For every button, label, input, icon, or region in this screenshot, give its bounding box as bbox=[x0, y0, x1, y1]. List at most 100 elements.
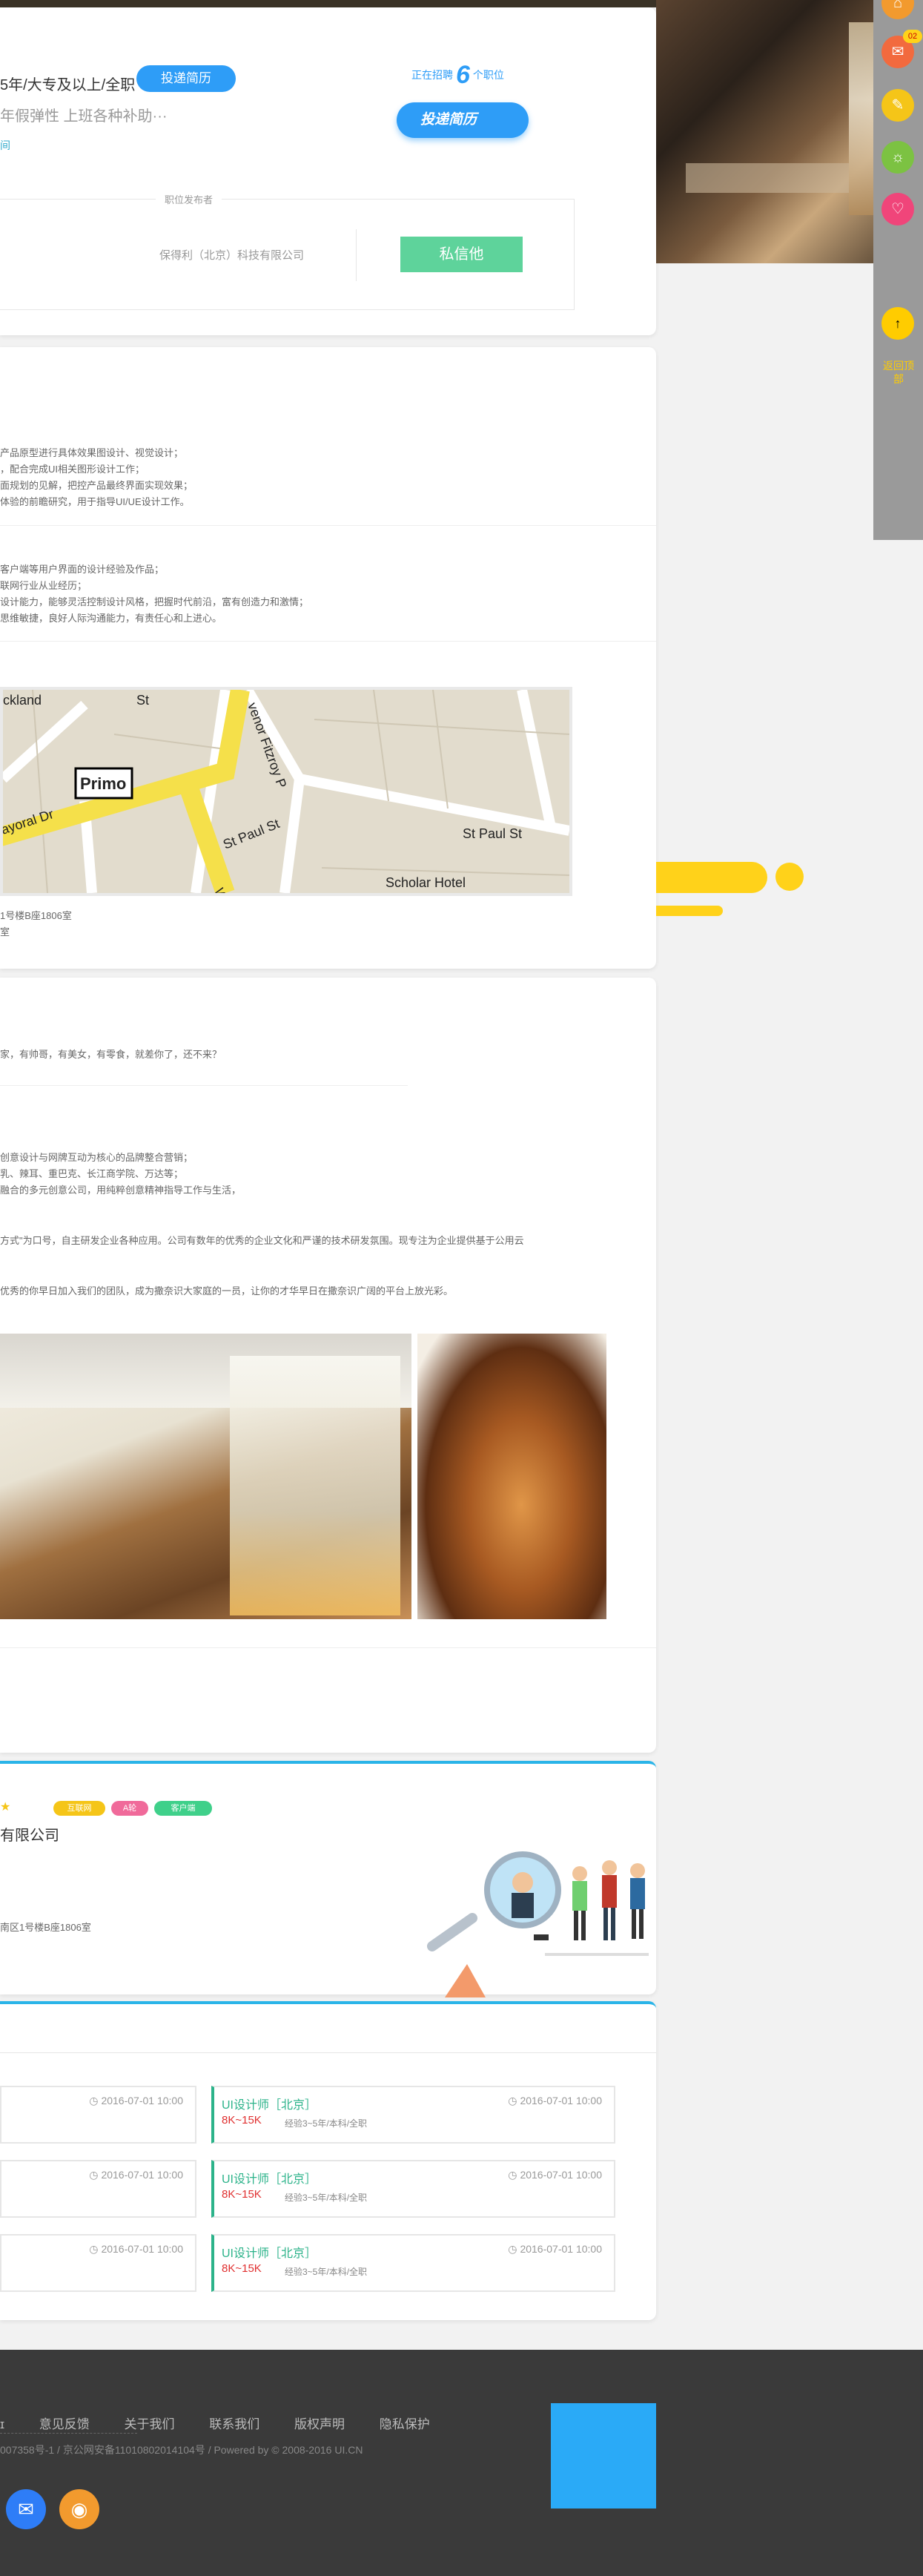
apply-pill-button[interactable]: 投递简历 bbox=[136, 65, 236, 92]
company-address: 南区1号楼B座1806室 bbox=[0, 1922, 91, 1933]
duties-list: 产品原型进行具体效果图设计、视觉设计； ，配合完成UI相关图形设计工作； 面规划… bbox=[0, 445, 193, 510]
location-map[interactable]: ckland St venor Fitzroy P Primo ayoral D… bbox=[0, 687, 572, 896]
job-list-item[interactable]: UI设计师［北京］ 8K~15K 经验3~5年/本科/全职 2016-07-01… bbox=[211, 2234, 615, 2292]
job-item-salary: 8K~15K bbox=[222, 2262, 262, 2275]
job-date: 2016-07-01 10:00 bbox=[89, 2243, 183, 2256]
footer-divider bbox=[0, 2433, 137, 2434]
heart-icon[interactable]: ♡ bbox=[881, 193, 914, 225]
decor-dot bbox=[775, 863, 804, 891]
tag-label: A轮 bbox=[122, 1804, 137, 1813]
duty-item: 体验的前瞻研究，用于指导UI/UE设计工作。 bbox=[0, 496, 190, 507]
hero-shelf bbox=[686, 163, 849, 193]
job-item-salary: 8K~15K bbox=[222, 2114, 262, 2127]
job-perks: 年假弹性 上班各种补助··· bbox=[0, 108, 168, 125]
divider bbox=[0, 1085, 408, 1086]
requirement-item: 联网行业从业经历； bbox=[0, 580, 87, 591]
divider bbox=[0, 2052, 656, 2053]
divider bbox=[0, 1647, 656, 1648]
intro-line: 创意设计与网牌互动为核心的品牌整合营销； bbox=[0, 1152, 193, 1163]
bulb-icon[interactable]: ☼ bbox=[881, 141, 914, 174]
divider bbox=[0, 525, 656, 526]
intro-paragraph: 创意设计与网牌互动为核心的品牌整合营销； 乳、辣耳、重巴克、长江商学院、万达等；… bbox=[0, 1150, 241, 1199]
job-item-title: UI设计师［北京］ bbox=[222, 2099, 317, 2112]
hiring-prefix: 正在招聘 bbox=[411, 69, 453, 81]
address-line: 室 bbox=[0, 926, 10, 938]
duty-item: ，配合完成UI相关图形设计工作； bbox=[0, 464, 145, 475]
footer-copyright: 007358号-1 / 京公网安备11010802014104号 / Power… bbox=[0, 2444, 363, 2456]
intro-paragraph: 方式"为口号，自主研发企业各种应用。公司有数年的优秀的企业文化和严谨的技术研发氛… bbox=[0, 1235, 524, 1246]
private-message-button[interactable]: 私信他 bbox=[400, 237, 523, 272]
map-label: Scholar Hotel bbox=[386, 875, 466, 890]
megaphone-icon[interactable]: ✎ bbox=[881, 89, 914, 122]
job-title: 5年/大专及以上/全职 bbox=[0, 77, 136, 93]
footer-link-contact[interactable]: 联系我们 bbox=[209, 2414, 259, 2432]
job-date: 2016-07-01 10:00 bbox=[89, 2095, 183, 2107]
footer-link-about[interactable]: 关于我们 bbox=[125, 2414, 175, 2432]
company-intro-card: 家，有帅哥，有美女，有零食，就差你了，还不来？ 创意设计与网牌互动为核心的品牌整… bbox=[0, 978, 656, 1753]
footer-link-leading[interactable]: ɪ bbox=[0, 2417, 4, 2432]
job-date: 2016-07-01 10:00 bbox=[89, 2169, 183, 2181]
job-list-item[interactable]: UI设计师［北京］ 8K~15K 经验3~5年/本科/全职 2016-07-01… bbox=[211, 2086, 615, 2144]
back-to-top-label[interactable]: 返回顶部 bbox=[881, 359, 916, 386]
hiring-count-line: 正在招聘 6 个职位 bbox=[411, 61, 504, 90]
footer-link-feedback[interactable]: 意见反馈 bbox=[39, 2414, 90, 2432]
footer-link-privacy[interactable]: 隐私保护 bbox=[380, 2414, 430, 2432]
decor-bar bbox=[656, 906, 723, 916]
job-date: 2016-07-01 10:00 bbox=[508, 2095, 602, 2107]
office-photo bbox=[0, 1334, 411, 1619]
intro-paragraph: 优秀的你早日加入我们的团队，成为撒奈识大家庭的一员，让你的才华早日在撒奈识广阔的… bbox=[0, 1285, 454, 1297]
job-item-title: UI设计师［北京］ bbox=[222, 2173, 317, 2186]
job-date: 2016-07-01 10:00 bbox=[508, 2169, 602, 2181]
publisher-company[interactable]: 保得利（北京）科技有限公司 bbox=[159, 247, 304, 263]
divider bbox=[0, 641, 656, 642]
company-info-card: ★ 互联网 A轮 客户端 有限公司 南区1号楼B座1806室 bbox=[0, 1761, 656, 1997]
mail-badge: 02 bbox=[903, 30, 922, 43]
job-list-item[interactable]: 2016-07-01 10:00 bbox=[0, 2160, 196, 2218]
job-list-item[interactable]: UI设计师［北京］ 8K~15K 经验3~5年/本科/全职 2016-07-01… bbox=[211, 2160, 615, 2218]
qq-icon[interactable]: ✉ bbox=[6, 2489, 46, 2529]
deliver-label: 投递简历 bbox=[420, 112, 477, 128]
tag-label: 客户端 bbox=[171, 1804, 196, 1813]
requirement-item: 设计能力，能够灵活控制设计风格，把握时代前沿，富有创造力和激情； bbox=[0, 596, 309, 607]
hiring-suffix: 个职位 bbox=[472, 69, 504, 81]
hiring-count: 6 bbox=[456, 61, 470, 89]
job-item-meta: 经验3~5年/本科/全职 bbox=[285, 2118, 368, 2129]
qr-code bbox=[551, 2403, 656, 2509]
duty-item: 产品原型进行具体效果图设计、视觉设计； bbox=[0, 447, 184, 458]
job-item-meta: 经验3~5年/本科/全职 bbox=[285, 2193, 368, 2203]
related-jobs-card: 2016-07-01 10:00 2016-07-01 10:00 2016-0… bbox=[0, 2001, 656, 2320]
deliver-en-label: Delivery resume bbox=[423, 151, 477, 160]
recruiting-illustration bbox=[426, 1851, 649, 1997]
map-label: St Paul St bbox=[463, 826, 522, 841]
job-description-card: 产品原型进行具体效果图设计、视觉设计； ，配合完成UI相关图形设计工作； 面规划… bbox=[0, 347, 656, 969]
map-graphic: ckland St venor Fitzroy P Primo ayoral D… bbox=[3, 690, 569, 893]
job-list-item[interactable]: 2016-07-01 10:00 bbox=[0, 2234, 196, 2292]
wood-sculpture-photo bbox=[417, 1334, 606, 1619]
job-item-meta: 经验3~5年/本科/全职 bbox=[285, 2267, 368, 2277]
home-icon[interactable]: ⌂ bbox=[881, 0, 914, 19]
job-item-salary: 8K~15K bbox=[222, 2188, 262, 2201]
job-date: 2016-07-01 10:00 bbox=[508, 2243, 602, 2256]
publisher-divider bbox=[356, 229, 357, 281]
company-name[interactable]: 有限公司 bbox=[0, 1823, 59, 1845]
back-to-top-icon[interactable]: ↑ bbox=[881, 307, 914, 340]
duty-item: 面规划的见解，把控产品最终界面实现效果； bbox=[0, 480, 193, 491]
right-sidebar: ⌂ ✉ 02 ✎ ☼ ♡ ↑ 返回顶部 bbox=[873, 0, 923, 540]
map-label: St bbox=[136, 693, 149, 708]
site-footer: ɪ 意见反馈 关于我们 联系我们 版权声明 隐私保护 007358号-1 / 京… bbox=[0, 2350, 923, 2576]
job-list-item[interactable]: 2016-07-01 10:00 bbox=[0, 2086, 196, 2144]
decor-bar bbox=[656, 862, 767, 893]
footer-links: ɪ 意见反馈 关于我们 联系我们 版权声明 隐私保护 bbox=[0, 2414, 461, 2432]
map-label: ckland bbox=[3, 693, 42, 708]
publisher-box: 职位发布者 保得利（北京）科技有限公司 私信他 bbox=[0, 192, 575, 310]
intro-tagline: 家，有帅哥，有美女，有零食，就差你了，还不来？ bbox=[0, 1049, 222, 1060]
company-tag: 互联网 bbox=[53, 1801, 105, 1816]
footer-link-copyright[interactable]: 版权声明 bbox=[294, 2414, 345, 2432]
top-band bbox=[0, 0, 656, 7]
deliver-resume-button[interactable]: 投递简历 Delivery resume bbox=[397, 102, 529, 159]
weibo-icon[interactable]: ◉ bbox=[59, 2489, 99, 2529]
publisher-label: 职位发布者 bbox=[156, 192, 222, 206]
company-tag: 客户端 bbox=[154, 1801, 212, 1816]
job-item-title: UI设计师［北京］ bbox=[222, 2247, 317, 2260]
address-line: 1号楼B座1806室 bbox=[0, 910, 72, 921]
